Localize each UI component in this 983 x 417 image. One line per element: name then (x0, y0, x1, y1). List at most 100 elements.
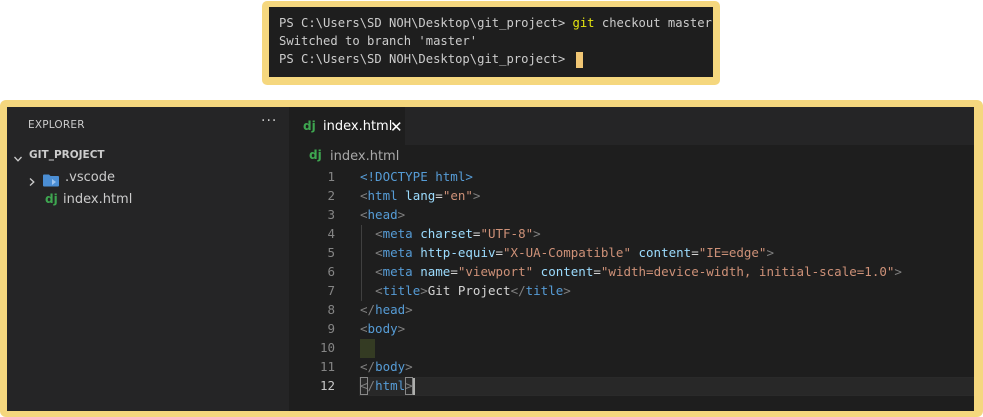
code-text: <!DOCTYPE html> (360, 169, 473, 184)
tab-bar: dj index.html ✕ (289, 107, 974, 145)
breadcrumb-file: index.html (330, 149, 400, 164)
code-token: body (367, 321, 398, 336)
code-token: "en" (442, 188, 473, 203)
code-token: </ (510, 283, 526, 298)
chevron-down-icon (13, 149, 23, 168)
line-number: 12 (319, 378, 335, 393)
code-token: > (405, 359, 413, 374)
code-token: meta (382, 245, 413, 260)
terminal-command: git (572, 16, 595, 30)
code-line[interactable]: 6 <meta name="viewport" content="width=d… (289, 263, 974, 282)
django-file-icon: dj (309, 148, 322, 162)
code-token: < (375, 226, 383, 241)
line-number: 6 (327, 264, 335, 279)
whitespace-highlight (360, 339, 375, 358)
more-actions-icon[interactable]: ··· (261, 113, 277, 129)
explorer-title: EXPLORER (28, 119, 85, 131)
code-line[interactable]: 12 </html> (289, 377, 974, 396)
line-number: 3 (327, 207, 335, 222)
code-line[interactable]: 1 <!DOCTYPE html> (289, 168, 974, 187)
terminal-line-1: PS C:\Users\SD NOH\Desktop\git_project> … (279, 14, 712, 32)
code-text: <meta http-equiv="X-UA-Compatible" conte… (360, 245, 774, 260)
editor-area: dj index.html ✕ dj index.html 1 <!DOCTYPE… (289, 107, 974, 411)
code-token: </ (360, 359, 376, 374)
code-token: < (375, 264, 383, 279)
code-token: < (375, 245, 383, 260)
code-token: meta (382, 264, 413, 279)
tab-label: index.html (323, 119, 393, 134)
folder-header[interactable]: GIT_PROJECT (7, 145, 289, 167)
tree-item-label: .vscode (65, 170, 115, 185)
line-number: 5 (327, 245, 335, 260)
code-token: <!DOCTYPE html> (360, 169, 473, 184)
terminal-command-args: checkout master (594, 16, 712, 30)
code-token: > (533, 226, 541, 241)
code-text: <body> (360, 321, 405, 336)
terminal-output: Switched to branch 'master' (279, 34, 478, 48)
code-line[interactable]: 3 <head> (289, 206, 974, 225)
line-number: 4 (327, 226, 335, 241)
line-number: 1 (327, 169, 335, 184)
code-token: </ (360, 302, 376, 317)
code-token: > (894, 264, 902, 279)
django-file-icon: dj (303, 119, 316, 133)
code-text: <html lang="en"> (360, 188, 480, 203)
django-file-icon: dj (45, 192, 58, 206)
code-line[interactable]: 9 <body> (289, 320, 974, 339)
code-token: < (360, 207, 368, 222)
code-token: > (420, 283, 428, 298)
code-token: content (540, 264, 594, 279)
code-token: = (691, 245, 699, 260)
code-line[interactable]: 11 </body> (289, 358, 974, 377)
code-token: < (375, 283, 383, 298)
text-cursor (412, 378, 415, 395)
code-token: html (375, 378, 406, 393)
explorer-sidebar: EXPLORER ··· GIT_PROJECT .vscode dj inde… (7, 107, 289, 411)
code-token: "viewport" (457, 264, 534, 279)
code-token: = (593, 264, 601, 279)
code-token: > (397, 207, 406, 222)
bracket-match (360, 377, 368, 395)
code-token: charset (420, 226, 473, 241)
code-token: html (367, 188, 398, 203)
code-token: http-equiv (420, 245, 496, 260)
terminal-cursor (575, 51, 583, 68)
line-number: 7 (327, 283, 335, 298)
tree-item-vscode[interactable]: .vscode (7, 167, 289, 189)
code-line[interactable]: 8 </head> (289, 301, 974, 320)
code-token: name (420, 264, 451, 279)
terminal-line-3: PS C:\Users\SD NOH\Desktop\git_project> (279, 50, 583, 68)
terminal[interactable]: PS C:\Users\SD NOH\Desktop\git_project> … (269, 7, 713, 77)
code-token: = (495, 245, 504, 260)
code-line[interactable]: 2 <html lang="en"> (289, 187, 974, 206)
code-token: head (375, 302, 406, 317)
code-token: meta (382, 226, 413, 241)
code-token: head (367, 207, 398, 222)
line-number: 10 (319, 340, 335, 355)
code-token: title (525, 283, 564, 298)
current-line-highlight (359, 377, 974, 396)
line-number: 2 (327, 188, 335, 203)
code-token: = (450, 264, 458, 279)
terminal-line-2: Switched to branch 'master' (279, 32, 477, 50)
terminal-prompt: PS C:\Users\SD NOH\Desktop\git_project> (279, 52, 573, 66)
tree-item-index-html[interactable]: dj index.html (7, 189, 289, 211)
close-icon[interactable]: ✕ (390, 118, 403, 136)
code-line[interactable]: 4 <meta charset="UTF-8"> (289, 225, 974, 244)
code-token: > (563, 283, 571, 298)
code-line[interactable]: 10 (289, 339, 974, 358)
terminal-prompt: PS C:\Users\SD NOH\Desktop\git_project> (279, 16, 573, 30)
code-line[interactable]: 7 <title>Git Project</title> (289, 282, 974, 301)
code-text: <meta charset="UTF-8"> (360, 226, 541, 241)
code-token: < (360, 321, 368, 336)
vscode-window: EXPLORER ··· GIT_PROJECT .vscode dj inde… (7, 107, 974, 411)
code-token: > (472, 188, 481, 203)
code-line[interactable]: 5 <meta http-equiv="X-UA-Compatible" con… (289, 244, 974, 263)
code-token: > (766, 245, 774, 260)
tab-index-html[interactable]: dj index.html ✕ (289, 107, 405, 145)
code-token: < (360, 188, 368, 203)
